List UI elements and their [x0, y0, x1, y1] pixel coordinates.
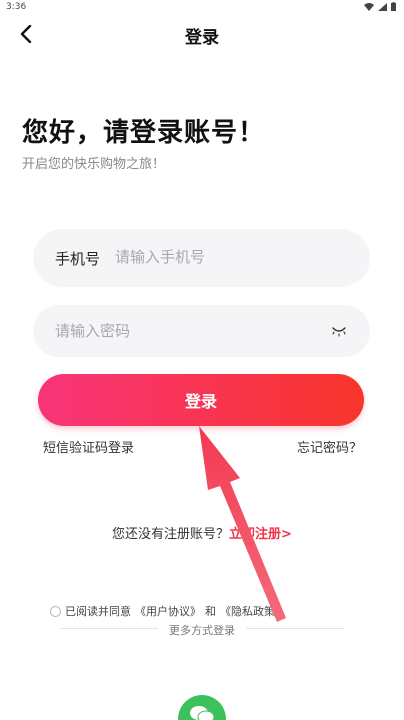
nav-bar: 登录: [0, 16, 404, 52]
page-title: 登录: [185, 28, 219, 48]
phone-input[interactable]: [115, 245, 345, 269]
register-prompt: 您还没有注册账号？: [112, 527, 230, 542]
eye-closed-icon[interactable]: [330, 323, 348, 337]
phone-field: 手机号: [33, 229, 370, 287]
status-time: 3:36: [6, 2, 27, 12]
battery-icon: [391, 2, 396, 11]
agreement-row: 已阅读并同意 《用户协议》 和 《隐私政策》: [50, 603, 286, 619]
greeting-title: 您好，请登录账号！: [22, 118, 266, 148]
phone-prefix-label: 手机号: [55, 250, 101, 268]
agreement-and: 和: [205, 605, 216, 618]
forgot-password-link[interactable]: 忘记密码？: [297, 437, 362, 456]
password-field: [33, 305, 370, 357]
signal-icon: [378, 2, 387, 11]
wechat-login-button[interactable]: [178, 695, 226, 720]
wechat-icon: [190, 706, 215, 720]
register-link[interactable]: 立即注册>: [229, 527, 292, 542]
login-button[interactable]: 登录: [38, 374, 364, 426]
sms-login-link[interactable]: 短信验证码登录: [43, 437, 134, 456]
wifi-icon: [364, 2, 374, 11]
password-input[interactable]: [55, 319, 315, 343]
agreement-checkbox[interactable]: [50, 605, 61, 617]
greeting-subtitle: 开启您的快乐购物之旅！: [22, 157, 166, 172]
agreement-prefix: 已阅读并同意: [65, 605, 131, 618]
privacy-policy-link[interactable]: 《隐私政策》: [220, 603, 286, 619]
register-row: 您还没有注册账号？立即注册>: [0, 523, 404, 542]
user-agreement-link[interactable]: 《用户协议》: [135, 603, 201, 619]
more-login-label: 更多方式登录: [169, 624, 235, 637]
status-bar: 3:36: [0, 0, 404, 16]
status-icons: [364, 2, 396, 11]
